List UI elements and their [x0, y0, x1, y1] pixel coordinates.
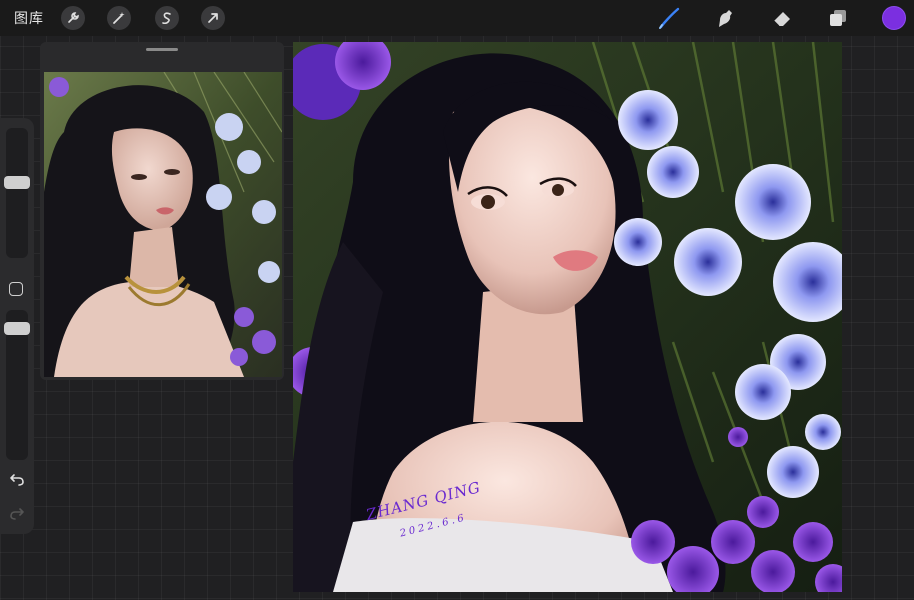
- redo-icon: [10, 508, 24, 520]
- color-picker-button[interactable]: [882, 6, 906, 30]
- eraser-icon: [773, 12, 790, 27]
- adjustments-button[interactable]: [107, 6, 131, 30]
- reference-window[interactable]: [40, 42, 284, 380]
- reference-photo: [44, 72, 282, 377]
- layers-icon: [830, 10, 846, 26]
- left-sidebar: [0, 118, 34, 534]
- smudge-button[interactable]: [712, 5, 738, 31]
- wrench-icon: [68, 12, 79, 23]
- brush-opacity-thumb[interactable]: [4, 322, 30, 335]
- brush-button[interactable]: [656, 5, 682, 31]
- procreate-app: 图库 ZHANG QING 2022.6.6: [0, 0, 914, 600]
- actions-button[interactable]: [61, 6, 85, 30]
- smudge-icon: [719, 10, 732, 27]
- transform-arrow-icon: [208, 13, 218, 23]
- undo-button[interactable]: [7, 471, 27, 487]
- transform-button[interactable]: [201, 6, 225, 30]
- gallery-button[interactable]: 图库: [14, 8, 44, 28]
- undo-icon: [10, 474, 24, 486]
- reference-drag-handle[interactable]: [146, 48, 178, 51]
- redo-button[interactable]: [7, 505, 27, 521]
- top-toolbar: 图库: [0, 0, 914, 36]
- eraser-button[interactable]: [769, 5, 795, 31]
- selection-button[interactable]: [155, 6, 179, 30]
- layers-button[interactable]: [825, 5, 851, 31]
- drawing-canvas[interactable]: ZHANG QING 2022.6.6: [293, 42, 842, 592]
- selection-icon: [162, 12, 171, 25]
- brush-size-thumb[interactable]: [4, 176, 30, 189]
- magic-wand-icon: [113, 12, 125, 24]
- brush-icon: [659, 7, 680, 29]
- brush-size-slider[interactable]: [6, 128, 28, 258]
- signature-date: 2022.6.6: [398, 512, 468, 540]
- modify-square-icon[interactable]: [9, 282, 23, 296]
